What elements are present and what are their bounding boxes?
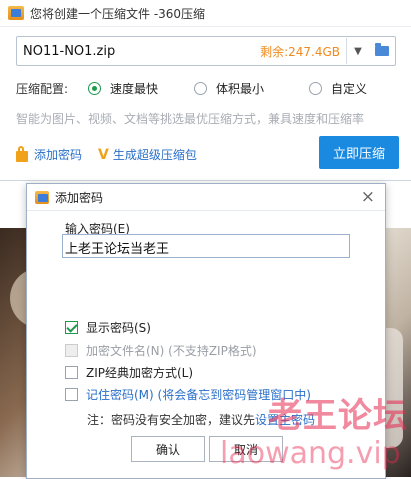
config-label: 压缩配置:: [16, 82, 69, 96]
compression-config-row: 压缩配置: 速度最快 体积最小 自定义: [16, 80, 406, 97]
app-logo-icon: [8, 6, 24, 20]
super-package-link-wrap[interactable]: V 生成超级压缩包: [98, 146, 197, 163]
encrypt-filename-checkbox: 加密文件名(N) (不支持ZIP格式): [65, 342, 257, 359]
window-titlebar: 您将创建一个压缩文件 -360压缩: [0, 0, 411, 27]
close-icon[interactable]: ×: [361, 187, 375, 207]
dialog-titlebar: 添加密码 ×: [27, 184, 385, 211]
checkbox-disabled-icon: [65, 344, 78, 357]
lock-icon: [16, 146, 28, 162]
show-password-label: 显示密码(S): [86, 321, 151, 335]
remember-password-checkbox[interactable]: 记住密码(M) (将会备忘到密码管理窗口中): [65, 386, 311, 403]
radio-smallest[interactable]: 体积最小: [194, 80, 264, 97]
checkbox-icon: [65, 388, 78, 401]
compress-now-button[interactable]: 立即压缩: [319, 136, 399, 169]
checkbox-icon: [65, 366, 78, 379]
add-password-dialog: 添加密码 × 输入密码(E) 上老王论坛当老王 显示密码(S) 加密文件名(N)…: [26, 183, 386, 479]
show-password-checkbox[interactable]: 显示密码(S): [65, 319, 151, 336]
app-logo-icon: [35, 190, 49, 204]
options-links: 添加密码 V 生成超级压缩包: [16, 146, 197, 163]
set-master-password-link[interactable]: 设置主密码: [255, 413, 315, 427]
password-input[interactable]: 上老王论坛当老王: [62, 234, 350, 258]
compression-hint: 智能为图片、视频、文档等挑选最优压缩方式，兼具速度和压缩率: [16, 112, 365, 126]
radio-smallest-label: 体积最小: [216, 82, 265, 96]
radio-custom-label: 自定义: [331, 82, 368, 96]
dialog-title: 添加密码: [55, 190, 104, 205]
cancel-button[interactable]: 取消: [209, 436, 283, 462]
chevron-down-icon[interactable]: ▼: [346, 38, 369, 64]
free-space-label: 剩余:247.4GB: [260, 44, 340, 59]
radio-icon: [88, 82, 101, 95]
folder-icon[interactable]: [369, 38, 395, 64]
window-title: 您将创建一个压缩文件 -360压缩: [30, 6, 206, 21]
super-package-link[interactable]: 生成超级压缩包: [113, 146, 197, 163]
archive-path-field[interactable]: NO11-NO1.zip 剩余:247.4GB ▼: [16, 36, 396, 66]
confirm-button[interactable]: 确认: [131, 436, 205, 462]
zip-classic-encryption-checkbox[interactable]: ZIP经典加密方式(L): [65, 364, 193, 381]
encrypt-filename-label: 加密文件名(N) (不支持ZIP格式): [86, 344, 257, 358]
compress-window: 您将创建一个压缩文件 -360压缩 NO11-NO1.zip 剩余:247.4G…: [0, 0, 411, 181]
radio-custom[interactable]: 自定义: [309, 80, 367, 97]
add-password-link[interactable]: 添加密码: [34, 146, 82, 163]
zip-classic-label: ZIP经典加密方式(L): [86, 366, 194, 380]
radio-fastest[interactable]: 速度最快: [88, 80, 158, 97]
radio-icon: [309, 82, 322, 95]
note-text: 注：密码没有安全加密，建议先: [87, 413, 256, 427]
radio-fastest-label: 速度最快: [110, 82, 159, 96]
radio-icon: [194, 82, 207, 95]
v-badge-icon: V: [98, 146, 109, 163]
archive-path-input[interactable]: NO11-NO1.zip: [17, 44, 260, 59]
remember-password-label: 记住密码(M) (将会备忘到密码管理窗口中): [86, 388, 311, 402]
checkbox-checked-icon: [65, 321, 78, 334]
security-note: 注：密码没有安全加密，建议先设置主密码: [87, 411, 315, 428]
